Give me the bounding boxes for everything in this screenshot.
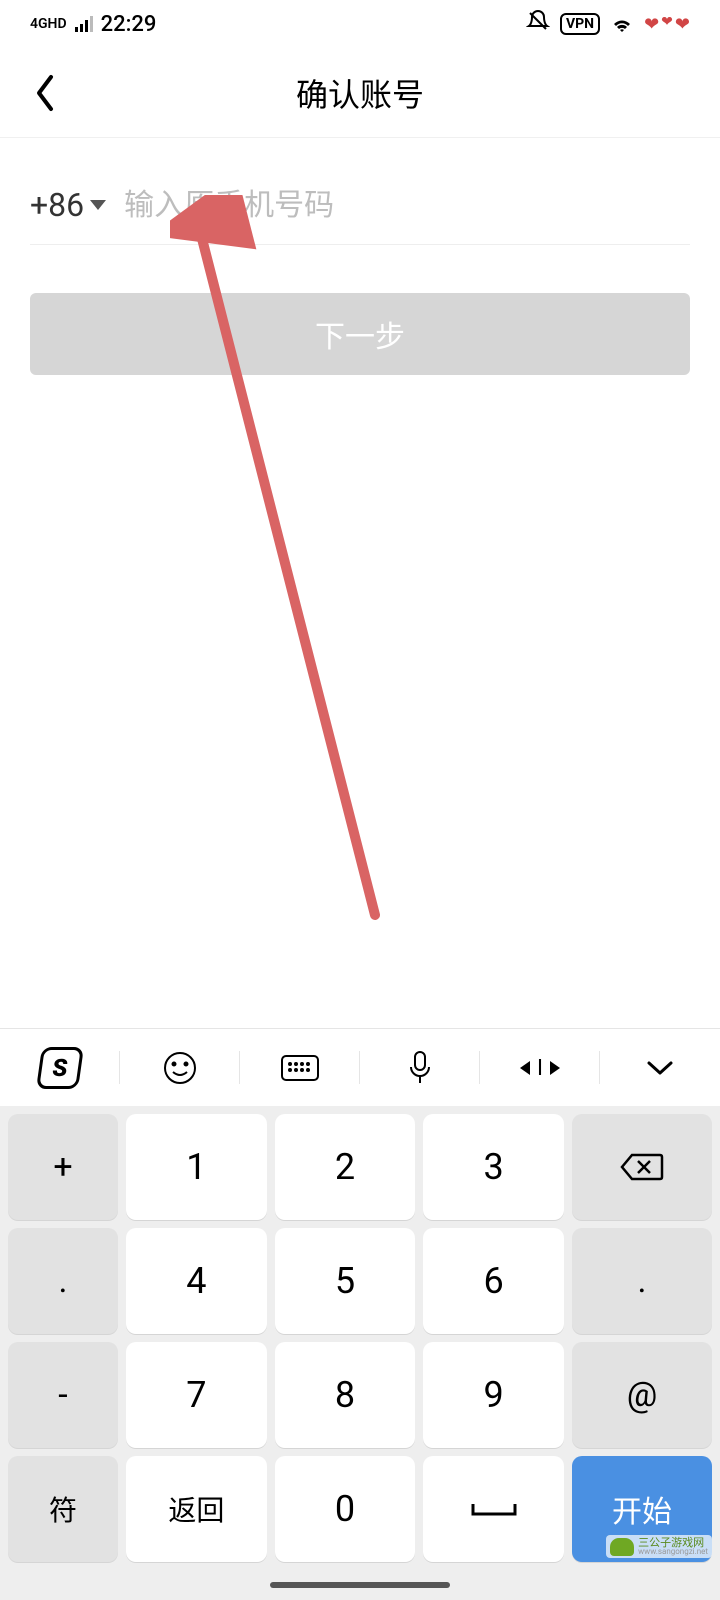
signal-type: 4GHD — [30, 16, 67, 32]
keyboard: S I — [0, 1028, 720, 1600]
status-right: VPN ❤❤❤ — [526, 9, 690, 39]
key-1[interactable]: 1 — [126, 1114, 267, 1220]
key-return[interactable]: 返回 — [126, 1456, 267, 1562]
country-code-selector[interactable]: +86 — [30, 186, 106, 224]
next-button-label: 下一步 — [315, 312, 405, 356]
wifi-icon — [610, 14, 634, 34]
key-0[interactable]: 0 — [275, 1456, 416, 1562]
key-period[interactable]: . — [572, 1228, 712, 1334]
microphone-icon — [406, 1049, 434, 1087]
key-6[interactable]: 6 — [423, 1228, 564, 1334]
s-logo-icon: S — [36, 1047, 84, 1089]
key-plus[interactable]: + — [8, 1114, 118, 1220]
next-button[interactable]: 下一步 — [30, 293, 690, 375]
chevron-left-icon — [33, 73, 57, 113]
page-header: 确认账号 — [0, 48, 720, 138]
collapse-keyboard-button[interactable] — [600, 1029, 720, 1106]
key-minus[interactable]: - — [8, 1342, 118, 1448]
vpn-badge: VPN — [560, 13, 600, 35]
signal-bars-icon — [75, 16, 93, 32]
page-title: 确认账号 — [0, 70, 720, 116]
home-indicator[interactable] — [270, 1582, 450, 1588]
key-backspace[interactable] — [572, 1114, 712, 1220]
chevron-down-icon — [645, 1058, 675, 1078]
cursor-move-button[interactable]: I — [480, 1029, 600, 1106]
phone-input-row: +86 — [30, 186, 690, 245]
keyboard-switch-button[interactable] — [240, 1029, 360, 1106]
backspace-icon — [620, 1151, 664, 1183]
key-4[interactable]: 4 — [126, 1228, 267, 1334]
key-space[interactable] — [423, 1456, 564, 1562]
svg-text:I: I — [537, 1056, 543, 1081]
keyboard-icon — [280, 1052, 320, 1084]
key-2[interactable]: 2 — [275, 1114, 416, 1220]
status-time: 22:29 — [101, 12, 157, 37]
status-bar: 4GHD 22:29 VPN ❤❤❤ — [0, 0, 720, 48]
ime-logo-button[interactable]: S — [0, 1029, 120, 1106]
keypad-grid: + 1 2 3 . 4 5 6 . - 7 8 9 @ ( — [0, 1106, 720, 1456]
voice-input-button[interactable] — [360, 1029, 480, 1106]
nav-bar — [0, 1570, 720, 1600]
caret-down-icon — [90, 200, 106, 210]
smile-icon — [162, 1050, 198, 1086]
notification-muted-icon — [526, 9, 550, 39]
key-5[interactable]: 5 — [275, 1228, 416, 1334]
space-icon — [469, 1498, 519, 1520]
key-8[interactable]: 8 — [275, 1342, 416, 1448]
status-left: 4GHD 22:29 — [30, 12, 156, 37]
cursor-move-icon: I — [518, 1053, 562, 1083]
country-code-label: +86 — [30, 186, 84, 224]
key-dot[interactable]: . — [8, 1228, 118, 1334]
watermark-url: www.sangongzi.net — [638, 1548, 708, 1556]
watermark: 三公子游戏网 www.sangongzi.net — [606, 1535, 712, 1558]
key-7[interactable]: 7 — [126, 1342, 267, 1448]
watermark-logo-icon — [610, 1538, 634, 1556]
key-9[interactable]: 9 — [423, 1342, 564, 1448]
key-3[interactable]: 3 — [423, 1114, 564, 1220]
battery-hearts-icon: ❤❤❤ — [644, 14, 690, 35]
phone-input[interactable] — [124, 188, 690, 223]
keyboard-toolbar: S I — [0, 1028, 720, 1106]
key-at[interactable]: @ — [572, 1342, 712, 1448]
content-area: +86 下一步 — [0, 186, 720, 375]
key-symbol[interactable]: 符 — [8, 1456, 118, 1562]
emoji-button[interactable] — [120, 1029, 240, 1106]
back-button[interactable] — [20, 68, 70, 118]
